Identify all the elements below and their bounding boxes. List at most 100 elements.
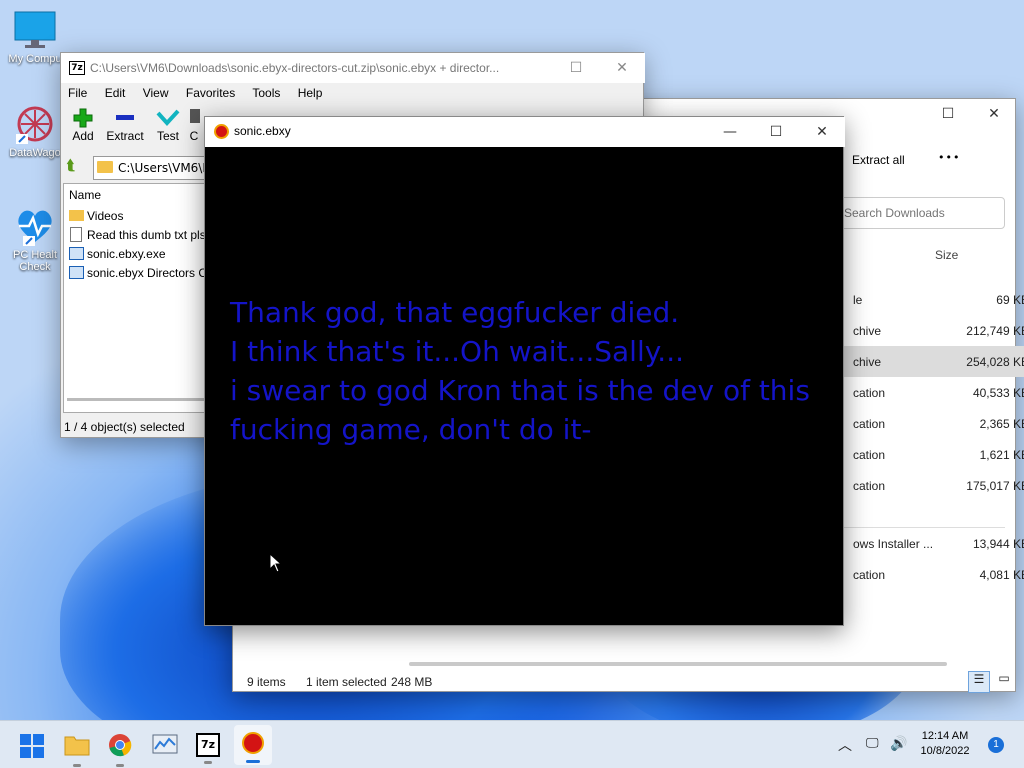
file-name: Videos [87,209,124,223]
clock[interactable]: 12:14 AM 10/8/2022 [912,729,978,759]
maximize-button[interactable]: ☐ [925,99,971,129]
file-type: cation [853,447,886,462]
menu-tools[interactable]: Tools [252,86,280,100]
folder-icon [69,210,84,221]
file-row[interactable]: cation 2,365 KB [843,408,1024,439]
menu-edit[interactable]: Edit [105,86,126,100]
minimize-button[interactable] [507,53,553,83]
close-button[interactable]: ✕ [599,53,645,83]
add-button[interactable]: Add [61,107,105,143]
performance-monitor-taskbar-button[interactable] [152,733,178,760]
folder-icon [97,161,113,173]
list-item[interactable]: sonic.ebxy.exe [67,244,207,264]
file-name: sonic.ebxy.exe [87,247,166,261]
dialogue-line: I think that's it...Oh wait...Sally... [230,335,685,368]
maximize-button[interactable]: ☐ [753,117,799,147]
menu-bar: File Edit View Favorites Tools Help [68,86,336,100]
chevron-up-icon[interactable]: ︿ [838,735,852,755]
file-size: 254,028 KB [966,354,1024,369]
add-label: Add [72,129,94,143]
datawagon-icon [13,104,57,144]
close-button[interactable]: ✕ [971,99,1017,129]
dialogue-line: i swear to god Kron that is the dev of t… [230,374,810,407]
file-size: 2,365 KB [979,416,1024,431]
details-view-icon[interactable]: ☰ [968,671,990,693]
start-button[interactable] [20,734,44,761]
network-icon[interactable]: 🖵 [866,735,879,751]
desktop-icon-my-computer[interactable]: My Compu [2,10,68,65]
volume-icon[interactable]: 🔊 [890,735,907,752]
file-explorer-taskbar-button[interactable] [64,733,90,767]
file-row[interactable]: chive 254,028 KB [843,346,1024,377]
search-box[interactable] [833,197,1005,229]
maximize-button[interactable]: ☐ [553,53,599,83]
plus-icon [61,107,105,129]
desktop-icon-label: Check [19,261,51,273]
up-folder-icon[interactable]: ⮬ [67,158,85,176]
file-type: cation [853,385,886,400]
windows-logo-icon [20,734,44,758]
chrome-icon [109,734,132,757]
dialogue-line: fucking game, don't do it- [230,413,592,446]
tiles-view-icon[interactable]: ▭ [993,671,1015,693]
file-row[interactable]: cation 175,017 KB [843,470,1024,501]
file-row[interactable]: cation 4,081 KB [843,559,1024,590]
file-size: 212,749 KB [966,323,1024,338]
file-row[interactable]: le 69 KB [843,284,1024,315]
copy-button[interactable]: C [184,107,204,143]
file-row[interactable]: cation 1,621 KB [843,439,1024,470]
file-size: 4,081 KB [979,567,1024,582]
horizontal-scrollbar[interactable] [409,662,947,666]
extract-all-button[interactable]: Extract all [852,153,905,167]
chrome-taskbar-button[interactable] [108,733,132,767]
extract-label: Extract [106,129,144,143]
title-bar: sonic.ebxy — ☐ ✕ [205,117,845,147]
list-item[interactable]: Videos [67,206,207,226]
status-bar: 9 items 1 item selected 248 MB ☰ ▭ [233,671,1017,693]
notification-badge[interactable]: 1 [988,737,1004,753]
chart-monitor-icon [152,734,178,754]
minimize-button[interactable]: — [707,117,753,147]
copy-icon [184,107,204,129]
title-bar: 7z C:\Users\VM6\Downloads\sonic.ebyx-dir… [61,53,645,83]
game-taskbar-button[interactable] [234,725,272,765]
app-icon [242,732,264,754]
size-column-header[interactable]: Size [935,248,958,262]
copy-label: C [189,129,199,143]
7zip-icon: 7z [196,733,220,757]
desktop-icon-pc-health-check[interactable]: PC Healt Check [2,206,68,273]
heart-monitor-icon [13,206,57,246]
text-file-icon [70,227,82,242]
name-column-header[interactable]: Name [69,188,101,202]
menu-file[interactable]: File [68,86,87,100]
folder-icon [64,736,90,756]
more-options-button[interactable]: ••• [938,151,960,164]
horizontal-scrollbar[interactable] [67,398,207,401]
running-indicator [116,764,124,767]
7zip-logo-icon: 7z [69,61,85,75]
list-item[interactable]: Read this dumb txt pls [67,225,207,245]
menu-help[interactable]: Help [298,86,323,100]
dialogue-text: Thank god, that eggfucker died. I think … [230,293,810,449]
file-type: chive [853,323,882,338]
active-indicator [246,760,260,763]
list-item[interactable]: sonic.ebyx Directors Cu [67,263,214,283]
file-row[interactable]: cation 40,533 KB [843,377,1024,408]
menu-view[interactable]: View [143,86,169,100]
desktop-icon-label: DataWago [9,147,61,159]
monitor-icon [13,10,57,50]
window-title: sonic.ebxy [234,124,291,138]
file-row[interactable]: chive 212,749 KB [843,315,1024,346]
file-row[interactable]: ows Installer ... 13,944 KB [843,528,1024,559]
menu-favorites[interactable]: Favorites [186,86,235,100]
file-size: 40,533 KB [972,385,1024,400]
close-button[interactable]: ✕ [799,117,845,147]
search-input[interactable] [844,206,1004,220]
desktop-icon-datawagon[interactable]: DataWago [2,104,68,159]
minus-icon [103,107,147,129]
path-input[interactable]: C:\Users\VM6\D [93,156,213,180]
file-type: le [853,292,863,307]
file-size: 1,621 KB [979,447,1024,462]
7zip-taskbar-button[interactable]: 7z [196,733,220,764]
extract-button[interactable]: Extract [103,107,147,143]
